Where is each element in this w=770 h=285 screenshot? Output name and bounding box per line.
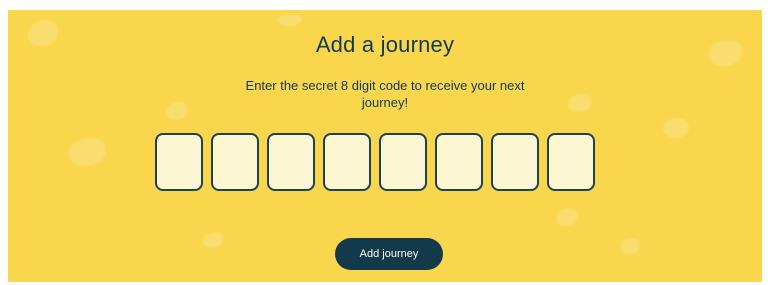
decorative-blob [166, 102, 188, 120]
code-input-row [155, 133, 595, 191]
instructions-text: Enter the secret 8 digit code to receive… [245, 78, 525, 110]
code-digit-input-3[interactable] [267, 133, 315, 191]
code-digit-input-4[interactable] [323, 133, 371, 191]
page-title: Add a journey [315, 32, 455, 57]
decorative-blob [663, 118, 689, 138]
add-journey-button[interactable]: Add journey [335, 238, 443, 270]
decorative-blob [620, 238, 640, 254]
code-digit-input-8[interactable] [547, 133, 595, 191]
add-journey-panel: Add a journey Enter the secret 8 digit c… [8, 10, 762, 282]
decorative-blob [278, 14, 302, 26]
code-digit-input-6[interactable] [435, 133, 483, 191]
decorative-blob [568, 94, 592, 112]
code-digit-input-7[interactable] [491, 133, 539, 191]
code-digit-input-2[interactable] [211, 133, 259, 191]
decorative-blob [556, 208, 578, 226]
code-digit-input-5[interactable] [379, 133, 427, 191]
code-digit-input-1[interactable] [155, 133, 203, 191]
decorative-blob [68, 138, 106, 166]
decorative-blob [203, 232, 223, 248]
